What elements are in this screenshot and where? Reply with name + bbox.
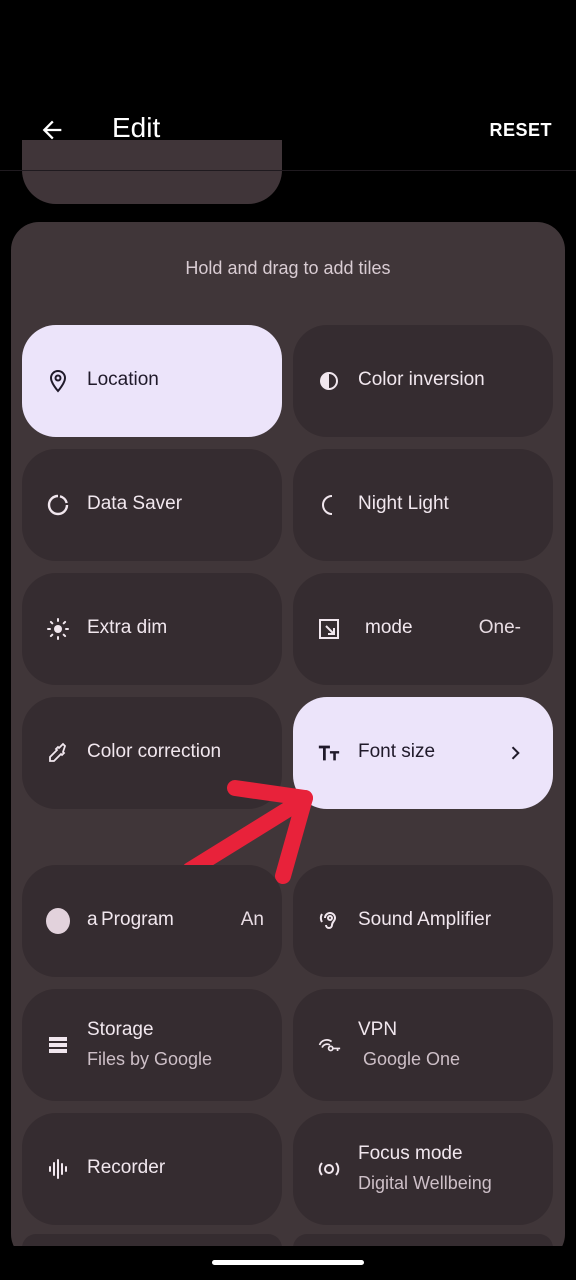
tile-font-size[interactable]: Font size (293, 697, 553, 809)
tile-recorder[interactable]: Recorder (22, 1113, 282, 1225)
app-circle-icon (46, 908, 70, 934)
home-gesture-handle[interactable] (212, 1260, 364, 1265)
tile-sublabel: Files by Google (87, 1049, 213, 1069)
drag-hint: Hold and drag to add tiles (185, 258, 391, 278)
tile-data-saver[interactable]: Data Saver (22, 449, 282, 561)
recorder-waveform-icon (46, 1157, 70, 1181)
brightness-icon (46, 617, 70, 641)
color-inversion-icon (317, 369, 341, 393)
tile-storage[interactable]: Storage Files by Google (22, 989, 282, 1101)
tile-sound-amplifier[interactable]: Sound Amplifier (293, 865, 553, 977)
divider (0, 170, 576, 171)
tile-label: Storage (87, 1019, 154, 1040)
eyedropper-icon (46, 741, 70, 765)
tile-label: Font size (358, 741, 436, 762)
tile-label: mode (365, 617, 413, 638)
tile-label: Night Light (358, 493, 449, 514)
tile-sublabel: Digital Wellbeing (358, 1173, 492, 1193)
tile-color-inversion[interactable]: Color inversion (293, 325, 553, 437)
tile-extra-dim[interactable]: Extra dim (22, 573, 282, 685)
tile-focus-mode[interactable]: Focus mode Digital Wellbeing (293, 1113, 553, 1225)
tile-label: Sound Amplifier (358, 909, 492, 930)
ear-icon (317, 909, 341, 933)
tile-label: VPN (358, 1019, 398, 1040)
tile-label: Recorder (87, 1157, 166, 1178)
tile-label-prefix: a (87, 909, 98, 930)
tile-program[interactable]: a Program An (22, 865, 282, 977)
tile-location[interactable]: Location (22, 325, 282, 437)
tile-night-light[interactable]: Night Light (293, 449, 553, 561)
data-saver-icon (46, 493, 70, 517)
vpn-key-icon (317, 1033, 341, 1057)
tile-label: Data Saver (87, 493, 183, 514)
font-size-icon (317, 741, 341, 765)
focus-mode-icon (317, 1157, 341, 1181)
reset-button[interactable]: RESET (489, 120, 552, 141)
tile-label: Color inversion (358, 369, 485, 390)
tile-label-overflow: An (240, 909, 264, 930)
location-pin-icon (46, 369, 70, 393)
previous-tile-peek[interactable] (22, 140, 282, 204)
tile-label: Extra dim (87, 617, 168, 638)
chevron-right-icon (503, 741, 527, 765)
storage-icon (46, 1033, 70, 1057)
tile-one-handed-mode[interactable]: mode One- (293, 573, 553, 685)
tile-label: Focus mode (358, 1143, 463, 1164)
one-handed-mode-icon (317, 617, 341, 641)
tile-label: Program (101, 909, 174, 930)
tile-vpn[interactable]: VPN Google One (293, 989, 553, 1101)
tile-sublabel: Google One (363, 1049, 461, 1069)
tile-label-overflow: One- (478, 617, 521, 638)
tile-label: Location (87, 369, 159, 390)
tile-label: Color correction (87, 741, 222, 762)
moon-icon (317, 493, 341, 517)
